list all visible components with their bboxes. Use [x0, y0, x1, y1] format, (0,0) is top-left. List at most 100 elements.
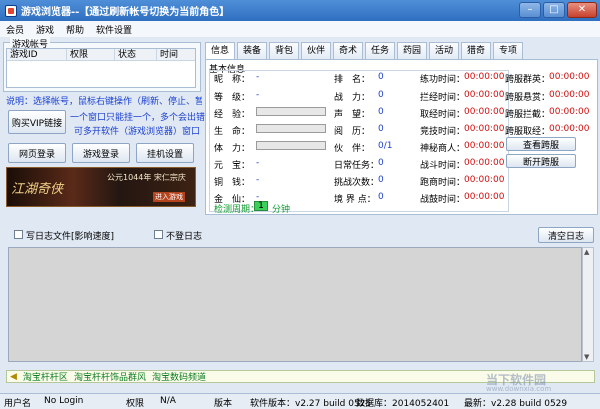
- window-title: 游戏浏览器: [21, 7, 71, 18]
- col-status[interactable]: 状态: [115, 49, 157, 60]
- status-bar: 用户名 No Login 权限 N/A 版本 软件版本：v2.27 build …: [0, 393, 600, 409]
- menu-settings[interactable]: 软件设置: [90, 23, 138, 36]
- window-title-suffix: --【通过刷新帐号切换为当前角色】: [71, 7, 230, 18]
- check-cross-button[interactable]: 查看跨服: [506, 137, 576, 151]
- label-mystery-merchant: 神秘商人：: [420, 144, 466, 154]
- label-stamina: 体 力：: [214, 144, 251, 154]
- label-war-drum-time: 战鼓时间：: [420, 195, 466, 205]
- tab-special[interactable]: 专项: [493, 42, 523, 59]
- status-version-label: 版本: [214, 399, 233, 409]
- label-partner: 伙 伴：: [334, 144, 371, 154]
- value-nickname: -: [256, 72, 260, 82]
- value-intercept-time: 00:00:00: [464, 90, 505, 100]
- account-table[interactable]: 游戏ID 权限 状态 时间: [6, 48, 196, 88]
- tab-skills[interactable]: 奇术: [333, 42, 363, 59]
- label-realm-points: 境 界 点：: [334, 195, 376, 205]
- disconnect-cross-button[interactable]: 断开跨服: [506, 154, 576, 168]
- label-challenges: 挑战次数：: [334, 178, 380, 188]
- web-login-button[interactable]: 网页登录: [8, 143, 66, 163]
- minimize-button[interactable]: –: [519, 2, 541, 18]
- value-yuanbao: -: [256, 158, 260, 168]
- tab-equipment[interactable]: 装备: [237, 42, 267, 59]
- label-battle-time: 战斗时间：: [420, 161, 466, 171]
- col-game-id[interactable]: 游戏ID: [7, 49, 67, 60]
- col-permission[interactable]: 权限: [67, 49, 115, 60]
- help-line-3: 可多开软件（游戏浏览器）窗口: [74, 127, 201, 137]
- value-cross-heroes: 00:00:00: [549, 72, 590, 82]
- label-level: 等 级：: [214, 93, 251, 103]
- hp-gauge: [256, 124, 326, 133]
- detect-cycle-label: 检测周期：: [214, 205, 260, 215]
- value-arena-time: 00:00:00: [464, 124, 505, 134]
- value-realm-points: 0: [378, 192, 384, 202]
- label-daily-tasks: 日常任务：: [334, 161, 380, 171]
- value-scripture-time: 00:00:00: [464, 107, 505, 117]
- value-daily-tasks: 0: [378, 158, 384, 168]
- label-cross-scripture: 跨服取经：: [505, 127, 551, 137]
- value-rank: 0: [378, 72, 384, 82]
- game-banner[interactable]: 江湖奇侠 公元1044年 宋仁宗庆 进入游戏: [6, 167, 196, 207]
- clear-log-button[interactable]: 清空日志: [538, 227, 594, 243]
- status-user-value: No Login: [44, 396, 84, 406]
- status-user-label: 用户名: [4, 399, 32, 409]
- maximize-button[interactable]: □: [543, 2, 565, 18]
- label-cross-bounty: 跨服悬赏：: [505, 93, 551, 103]
- tab-tasks[interactable]: 任务: [365, 42, 395, 59]
- value-challenges: 0: [378, 175, 384, 185]
- label-rank: 排 名：: [334, 75, 371, 85]
- exp-gauge: [256, 107, 326, 116]
- tab-info[interactable]: 信息: [205, 42, 235, 60]
- label-cross-heroes: 跨服群英：: [505, 75, 551, 85]
- tab-hunting[interactable]: 猎奇: [461, 42, 491, 59]
- link-taobao-3[interactable]: 淘宝数码频道: [152, 370, 206, 383]
- account-table-header: 游戏ID 权限 状态 时间: [7, 49, 195, 61]
- menu-game[interactable]: 游戏: [30, 23, 60, 36]
- status-software-version: 软件版本：v2.27 build 0525: [250, 399, 372, 409]
- label-nickname: 昵 称：: [214, 75, 251, 85]
- info-panel: 基本信息 昵 称： - 等 级： - 经 验： 生 命： 体 力： 元 宝： -…: [205, 59, 598, 215]
- link-taobao-2[interactable]: 淘宝杆杆饰品群风: [74, 370, 146, 383]
- value-cross-scripture: 00:00:00: [549, 124, 590, 134]
- tab-partner[interactable]: 伙伴: [301, 42, 331, 59]
- help-line-1: 说明：选择帐号，鼠标右键操作（刷新、停止、暂停）: [6, 97, 202, 107]
- app-icon: [5, 4, 17, 17]
- hook-settings-button[interactable]: 挂机设置: [136, 143, 194, 163]
- value-war-drum-time: 00:00:00: [464, 192, 505, 202]
- value-copper: -: [256, 175, 260, 185]
- value-practice-time: 00:00:00: [464, 72, 505, 82]
- buy-vip-button[interactable]: 购买VIP链接: [8, 110, 66, 134]
- menu-member[interactable]: 会员: [0, 23, 30, 36]
- link-taobao-1[interactable]: 淘宝杆杆区: [23, 370, 68, 383]
- label-yuanbao: 元 宝：: [214, 161, 251, 171]
- watermark-en: www.downxia.com: [486, 385, 552, 393]
- value-experience: 0: [378, 124, 384, 134]
- game-login-button[interactable]: 游戏登录: [72, 143, 130, 163]
- value-trade-time: 00:00:00: [464, 175, 505, 185]
- detect-cycle-input[interactable]: 1: [254, 201, 268, 211]
- log-area[interactable]: [8, 247, 582, 362]
- close-button[interactable]: ✕: [567, 2, 597, 18]
- banner-cta: 进入游戏: [153, 192, 185, 202]
- tab-herb-garden[interactable]: 药园: [397, 42, 427, 59]
- tab-backpack[interactable]: 背包: [269, 42, 299, 59]
- no-log-checkbox[interactable]: [154, 230, 163, 239]
- value-partner: 0/1: [378, 141, 393, 151]
- title-bar: 游戏浏览器 --【通过刷新帐号切换为当前角色】 – □ ✕: [0, 0, 600, 21]
- menu-bar: 会员 游戏 帮助 软件设置: [0, 21, 600, 37]
- label-scripture-time: 取经时间：: [420, 110, 466, 120]
- label-copper: 铜 钱：: [214, 178, 251, 188]
- status-database: 数据库：2014052401: [356, 399, 450, 409]
- col-time[interactable]: 时间: [157, 49, 195, 60]
- write-log-checkbox[interactable]: [14, 230, 23, 239]
- label-intercept-time: 拦经时间：: [420, 93, 466, 103]
- label-exp: 经 验：: [214, 110, 251, 120]
- scroll-up-icon[interactable]: ▲: [584, 248, 589, 256]
- status-perm-value: N/A: [160, 396, 176, 406]
- label-experience: 阅 历：: [334, 127, 371, 137]
- tab-events[interactable]: 活动: [429, 42, 459, 59]
- menu-help[interactable]: 帮助: [60, 23, 90, 36]
- scroll-down-icon[interactable]: ▼: [584, 353, 589, 361]
- no-log-label: 不登日志: [166, 232, 203, 242]
- banner-ad-text: 公元1044年 宋仁宗庆: [107, 173, 186, 182]
- log-scrollbar[interactable]: ▲ ▼: [582, 247, 594, 362]
